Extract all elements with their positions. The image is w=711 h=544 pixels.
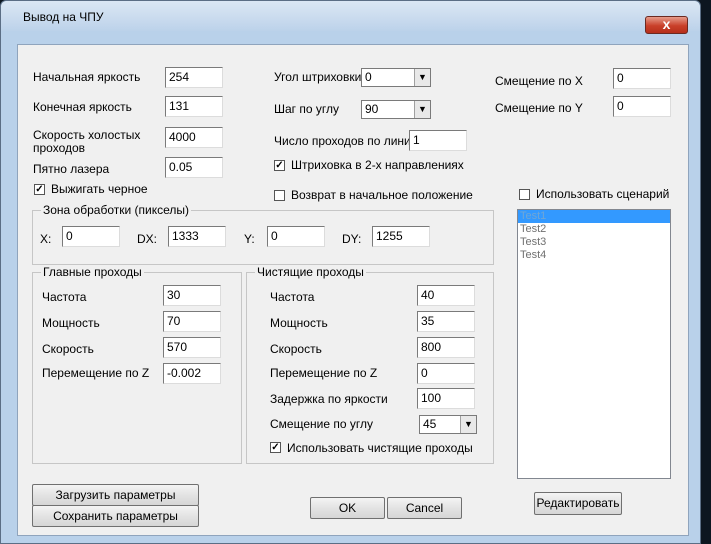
zone-dy-input[interactable]: 1255 <box>372 226 430 247</box>
offset-x-input[interactable]: 0 <box>613 68 671 89</box>
list-item[interactable]: Test3 <box>518 236 670 249</box>
zone-x-input[interactable]: 0 <box>62 226 120 247</box>
offset-y-input[interactable]: 0 <box>613 96 671 117</box>
clean-z-move-input[interactable]: 0 <box>417 363 475 384</box>
close-icon: x <box>662 16 671 32</box>
clean-speed-label: Скорость <box>270 342 322 356</box>
brightness-delay-label: Задержка по яркости <box>270 392 388 406</box>
zone-dy-label: DY: <box>342 232 362 246</box>
zone-y-input[interactable]: 0 <box>267 226 325 247</box>
clean-speed-input[interactable]: 800 <box>417 337 475 358</box>
offset-x-label: Смещение по X <box>495 74 583 88</box>
edit-scenario-button[interactable]: Редактировать <box>534 492 622 515</box>
main-passes-title: Главные проходы <box>41 265 144 279</box>
use-cleaning-passes-checkbox[interactable]: ✓ <box>270 442 281 453</box>
hatch-angle-select[interactable]: 0 ▼ <box>361 68 431 87</box>
hatch-angle-label: Угол штриховки <box>274 70 362 84</box>
zone-y-label: Y: <box>244 232 255 246</box>
zone-dx-label: DX: <box>137 232 158 246</box>
cleaning-passes-title: Чистящие проходы <box>255 265 366 279</box>
burn-black-label: Выжигать черное <box>51 182 148 196</box>
chevron-down-icon[interactable]: ▼ <box>460 416 476 433</box>
passes-per-line-input[interactable]: 1 <box>409 130 467 151</box>
zone-dx-input[interactable]: 1333 <box>168 226 226 247</box>
return-home-checkbox[interactable] <box>274 190 285 201</box>
angle-offset-select[interactable]: 45 ▼ <box>419 415 477 434</box>
list-item[interactable]: Test2 <box>518 223 670 236</box>
main-power-label: Мощность <box>42 316 100 330</box>
main-power-input[interactable]: 70 <box>163 311 221 332</box>
use-scenario-label: Использовать сценарий <box>536 187 670 201</box>
passes-per-line-label: Число проходов по линии <box>274 134 418 148</box>
clean-frequency-input[interactable]: 40 <box>417 285 475 306</box>
main-z-move-input[interactable]: -0.002 <box>163 363 221 384</box>
end-brightness-input[interactable]: 131 <box>165 96 223 117</box>
chevron-down-icon[interactable]: ▼ <box>414 101 430 118</box>
main-z-move-label: Перемещение по Z <box>42 366 150 380</box>
clean-frequency-label: Частота <box>270 290 315 304</box>
use-scenario-checkbox[interactable] <box>519 189 530 200</box>
list-item[interactable]: Test1 <box>518 210 670 223</box>
checkmark-icon: ✓ <box>271 442 280 453</box>
end-brightness-label: Конечная яркость <box>33 100 132 114</box>
angle-step-select[interactable]: 90 ▼ <box>361 100 431 119</box>
checkmark-icon: ✓ <box>35 184 44 195</box>
brightness-delay-input[interactable]: 100 <box>417 388 475 409</box>
angle-offset-value: 45 <box>423 417 437 431</box>
angle-step-label: Шаг по углу <box>274 102 340 116</box>
ok-button[interactable]: OK <box>310 497 385 519</box>
dialog-window: Вывод на ЧПУ x Начальная яркость 254 Кон… <box>0 0 701 544</box>
idle-speed-label-line1: Скорость холостых <box>33 128 141 142</box>
main-speed-input[interactable]: 570 <box>163 337 221 358</box>
scenario-list[interactable]: Test1 Test2 Test3 Test4 <box>517 209 671 479</box>
clean-z-move-label: Перемещение по Z <box>270 366 378 380</box>
cancel-button[interactable]: Cancel <box>387 497 462 519</box>
save-parameters-button[interactable]: Сохранить параметры <box>32 505 199 527</box>
main-frequency-input[interactable]: 30 <box>163 285 221 306</box>
burn-black-checkbox[interactable]: ✓ <box>34 184 45 195</box>
two-direction-hatch-label: Штриховка в 2-х направлениях <box>291 158 464 172</box>
two-direction-hatch-checkbox[interactable]: ✓ <box>274 160 285 171</box>
dialog-client-area: Начальная яркость 254 Конечная яркость 1… <box>17 44 689 536</box>
processing-zone-title: Зона обработки (пикселы) <box>41 203 191 217</box>
return-home-label: Возврат в начальное положение <box>291 188 473 202</box>
laser-spot-input[interactable]: 0.05 <box>165 157 223 178</box>
clean-power-label: Мощность <box>270 316 328 330</box>
angle-step-value: 90 <box>365 102 379 116</box>
clean-power-input[interactable]: 35 <box>417 311 475 332</box>
offset-y-label: Смещение по Y <box>495 101 583 115</box>
window-title: Вывод на ЧПУ <box>23 10 104 24</box>
load-parameters-button[interactable]: Загрузить параметры <box>32 484 199 506</box>
close-button[interactable]: x <box>645 16 688 34</box>
laser-spot-label: Пятно лазера <box>33 162 110 176</box>
title-bar[interactable]: Вывод на ЧПУ x <box>1 1 700 34</box>
list-item[interactable]: Test4 <box>518 249 670 262</box>
checkmark-icon: ✓ <box>275 160 284 171</box>
idle-speed-label-line2: проходов <box>33 141 86 155</box>
use-cleaning-passes-label: Использовать чистящие проходы <box>287 441 473 455</box>
zone-x-label: X: <box>40 232 52 246</box>
start-brightness-input[interactable]: 254 <box>165 67 223 88</box>
angle-offset-label: Смещение по углу <box>270 417 373 431</box>
chevron-down-icon[interactable]: ▼ <box>414 69 430 86</box>
idle-speed-input[interactable]: 4000 <box>165 127 223 148</box>
hatch-angle-value: 0 <box>365 70 372 84</box>
main-speed-label: Скорость <box>42 342 94 356</box>
main-frequency-label: Частота <box>42 290 87 304</box>
start-brightness-label: Начальная яркость <box>33 70 141 84</box>
